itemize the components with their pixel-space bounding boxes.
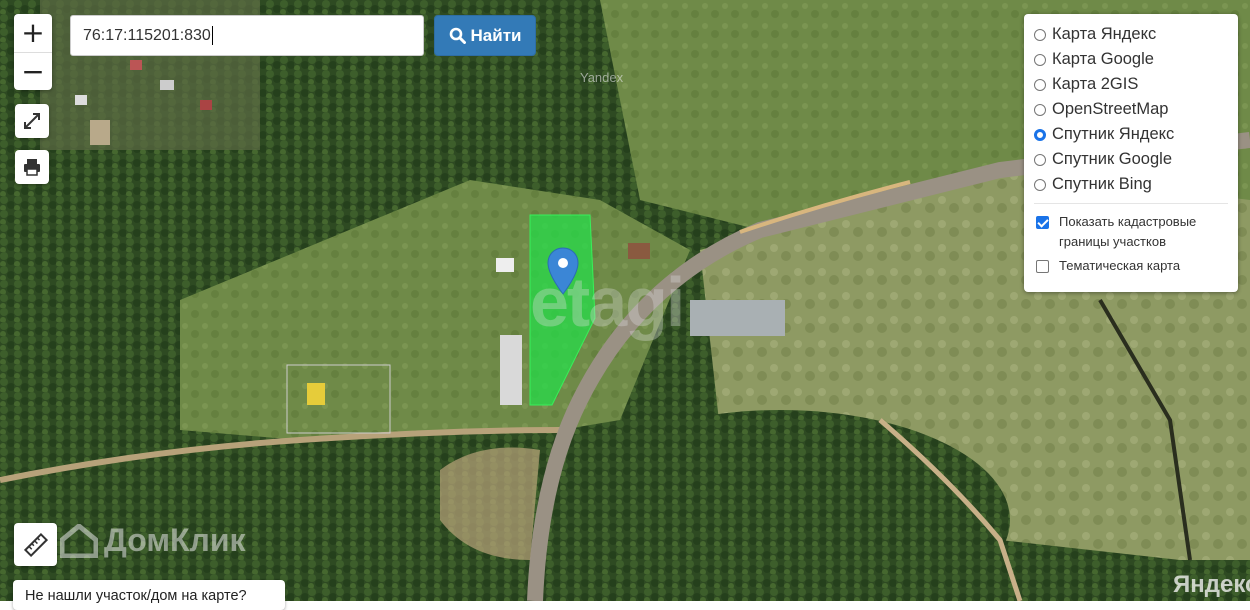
- layer-option-google-satellite[interactable]: Спутник Google: [1034, 147, 1228, 172]
- magnifier-icon: [449, 27, 466, 44]
- layer-label: Карта Google: [1052, 50, 1154, 68]
- radio-google-satellite[interactable]: [1034, 153, 1046, 166]
- show-cadastral-checkbox[interactable]: [1036, 216, 1049, 229]
- thematic-map-label: Тематическая карта: [1059, 258, 1181, 273]
- map-layers-panel: Карта Яндекс Карта Google Карта 2GIS Ope…: [1024, 14, 1238, 292]
- not-found-help-link[interactable]: Не нашли участок/дом на карте?: [13, 580, 285, 610]
- layer-label: Спутник Google: [1052, 150, 1172, 168]
- domclick-text: ДомКлик: [104, 522, 246, 558]
- radio-bing-satellite[interactable]: [1034, 178, 1046, 191]
- printer-icon: [24, 159, 40, 176]
- show-cadastral-label: Показать кадастровые границы участков: [1059, 214, 1197, 249]
- layer-option-2gis-map[interactable]: Карта 2GIS: [1034, 72, 1228, 97]
- yandex-watermark-small: Yandex: [580, 70, 624, 85]
- thematic-map-toggle[interactable]: Тематическая карта: [1034, 256, 1228, 276]
- layer-option-yandex-satellite[interactable]: Спутник Яндекс: [1034, 122, 1228, 147]
- layer-label: Спутник Bing: [1052, 175, 1152, 193]
- etagi-watermark: etagi: [530, 263, 685, 341]
- expand-arrows-icon: [24, 113, 40, 129]
- layer-label: Спутник Яндекс: [1052, 125, 1175, 143]
- divider: [1034, 203, 1228, 204]
- radio-openstreetmap[interactable]: [1034, 103, 1046, 116]
- layer-label: Карта 2GIS: [1052, 75, 1139, 93]
- radio-google-map[interactable]: [1034, 53, 1046, 66]
- cadastral-search-input[interactable]: 76:17:115201:830: [70, 15, 424, 56]
- search-input-value: 76:17:115201:830: [83, 26, 211, 44]
- fullscreen-button[interactable]: [15, 104, 49, 138]
- layer-option-google-map[interactable]: Карта Google: [1034, 47, 1228, 72]
- radio-yandex-map[interactable]: [1034, 28, 1046, 41]
- layer-option-bing-satellite[interactable]: Спутник Bing: [1034, 172, 1228, 197]
- zoom-control: + −: [14, 14, 52, 90]
- ruler-icon: [23, 532, 48, 557]
- zoom-out-button[interactable]: −: [14, 52, 52, 91]
- text-caret: [211, 26, 213, 45]
- layer-option-openstreetmap[interactable]: OpenStreetMap: [1034, 97, 1228, 122]
- print-button[interactable]: [15, 150, 49, 184]
- ruler-button[interactable]: [14, 523, 57, 566]
- search-button[interactable]: Найти: [434, 15, 536, 56]
- zoom-in-button[interactable]: +: [14, 14, 52, 52]
- show-cadastral-toggle[interactable]: Показать кадастровые границы участков: [1034, 212, 1228, 252]
- radio-yandex-satellite[interactable]: [1034, 128, 1046, 141]
- domclick-watermark: ДомКлик: [60, 522, 246, 559]
- domclick-logo-icon: [60, 523, 98, 558]
- yandex-logo: Яндекс: [1173, 571, 1250, 598]
- thematic-map-checkbox[interactable]: [1036, 260, 1049, 273]
- layer-label: Карта Яндекс: [1052, 25, 1157, 43]
- radio-2gis-map[interactable]: [1034, 78, 1046, 91]
- search-button-label: Найти: [470, 25, 522, 45]
- layer-label: OpenStreetMap: [1052, 100, 1169, 118]
- layer-option-yandex-map[interactable]: Карта Яндекс: [1034, 22, 1228, 47]
